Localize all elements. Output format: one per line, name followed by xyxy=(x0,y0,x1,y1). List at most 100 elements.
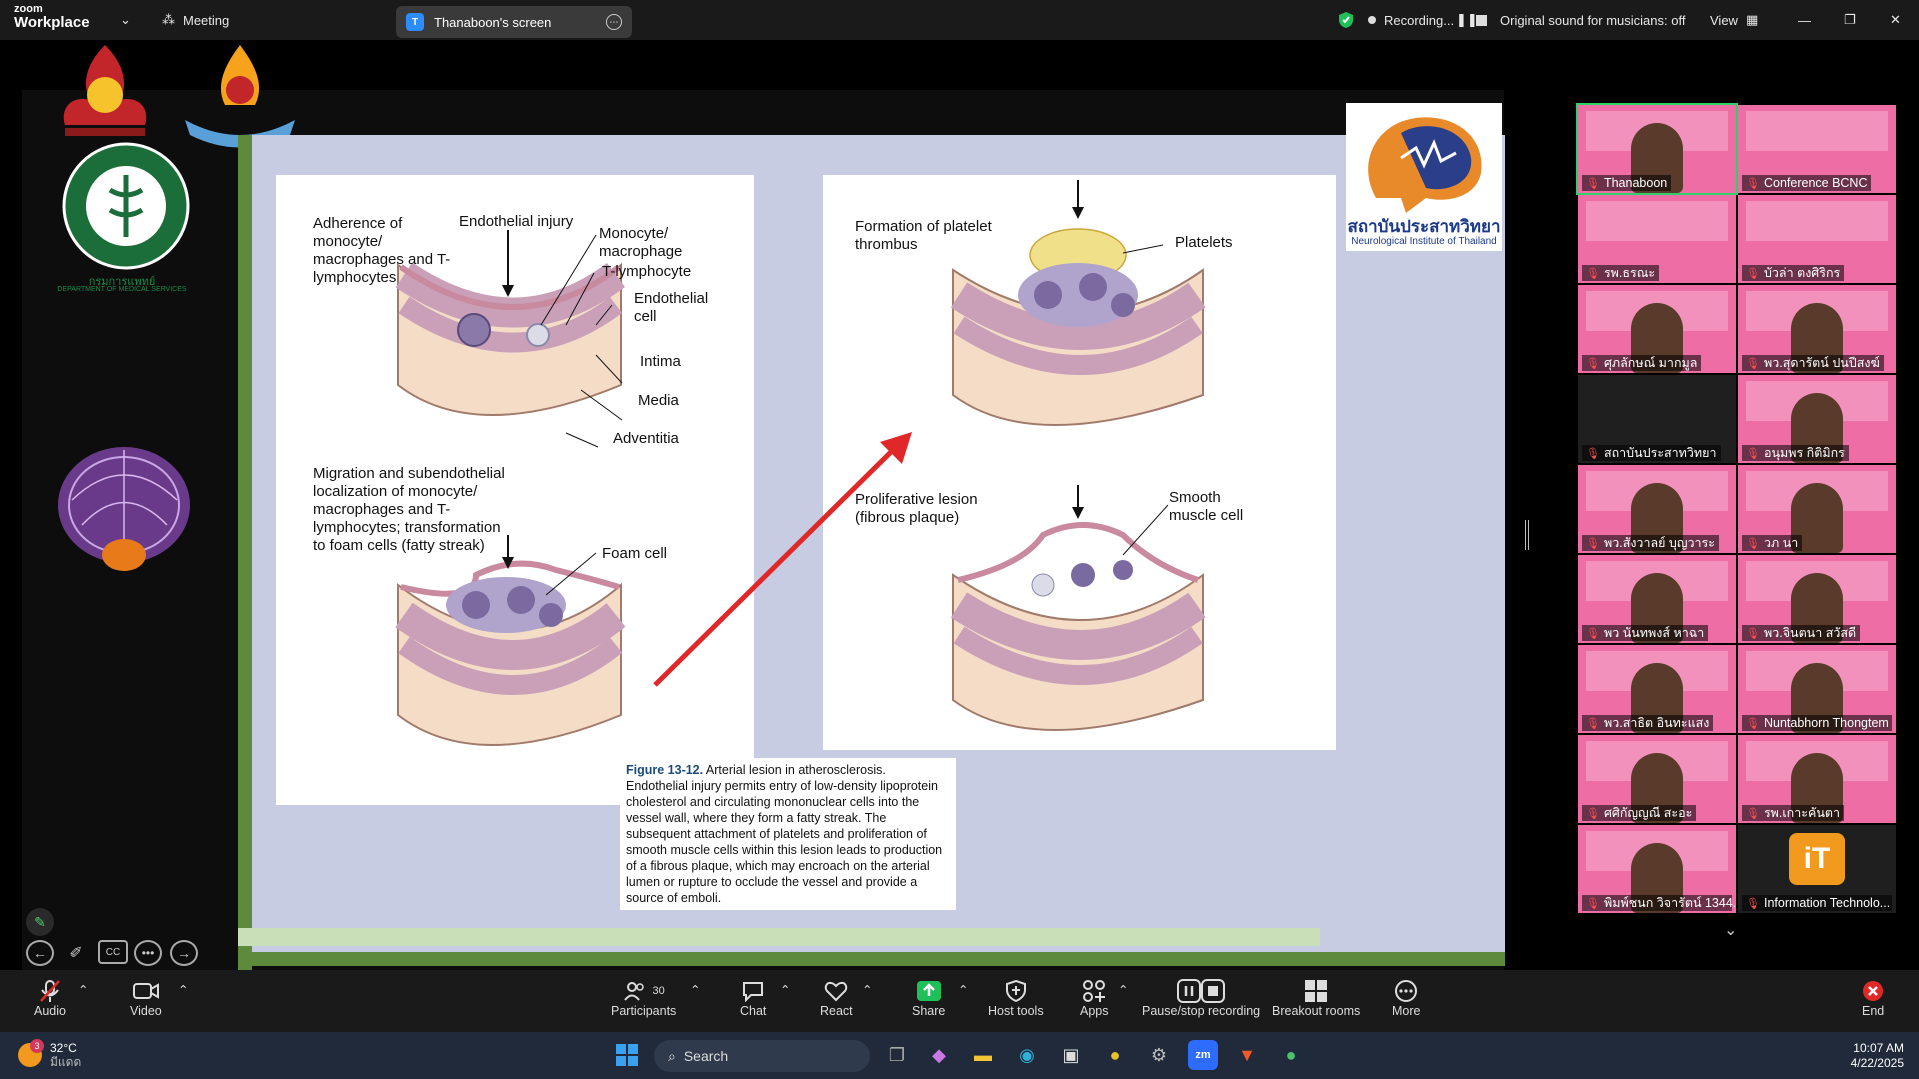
weather-widget[interactable]: 3 32°C มีแดด xyxy=(18,1039,81,1069)
participant-tile[interactable]: 🎙 พว.สาธิต อินทะแสง xyxy=(1578,645,1736,733)
intima-label: Intima xyxy=(640,353,681,370)
participant-name: 🎙 พว.สาธิต อินทะแสง xyxy=(1582,715,1714,731)
participants-chevron-icon[interactable]: ⌃ xyxy=(690,982,700,997)
participant-name: 🎙 Nuntabhorn Thongtem xyxy=(1742,715,1892,731)
windows-start-icon[interactable] xyxy=(612,1040,642,1070)
participant-tile[interactable]: 🎙 ศุภลักษณ์ มากมูล xyxy=(1578,285,1736,373)
splitter-handle[interactable] xyxy=(1525,520,1529,550)
original-sound-toggle[interactable]: Original sound for musicians: off xyxy=(1500,0,1685,40)
copilot-icon[interactable]: ◆ xyxy=(924,1040,954,1070)
platelet-thrombus-label: Formation of platelet thrombus xyxy=(855,218,992,253)
participant-tile[interactable]: 🎙 Thanaboon xyxy=(1576,103,1738,195)
chat-button[interactable]: Chat xyxy=(740,978,766,1018)
participant-name-text: พิมพ์ชนก วิจารัตน์ 1344... xyxy=(1603,896,1736,910)
stop-recording-icon[interactable] xyxy=(1476,0,1487,40)
participants-count: 30 xyxy=(652,985,665,997)
participant-tile[interactable]: 🎙 พว.สุดารัตน์ ปนปีสงฆ์ xyxy=(1738,285,1896,373)
clock-time: 10:07 AM xyxy=(1853,1041,1904,1055)
participant-tile[interactable]: 🎙 บัวล่า ตงศิริกร xyxy=(1738,195,1896,283)
participant-name-text: Information Technolo... xyxy=(1763,896,1891,910)
participant-tile[interactable]: 🎙 พว นันทพงส์ หาฉา xyxy=(1578,555,1736,643)
end-meeting-button[interactable]: End xyxy=(1862,978,1884,1018)
audio-button[interactable]: Audio xyxy=(34,978,66,1018)
screen-share-pill[interactable]: T Thanaboon's screen ⋯ xyxy=(396,6,632,38)
participant-tile[interactable]: 🎙 Conference BCNC xyxy=(1738,105,1896,193)
more-slide-options-icon[interactable]: ••• xyxy=(134,940,162,966)
brain-graphic xyxy=(52,440,197,585)
gallery-scroll-down-icon[interactable]: ⌄ xyxy=(1724,920,1737,940)
share-button[interactable]: Share xyxy=(912,978,945,1018)
clock[interactable]: 10:07 AM 4/22/2025 xyxy=(1820,1041,1904,1071)
participant-tile[interactable]: iT 🎙 Information Technolo... xyxy=(1738,825,1896,913)
chrome-icon[interactable]: ● xyxy=(1100,1040,1130,1070)
app-icon[interactable]: ⚙ xyxy=(1144,1040,1174,1070)
participant-tile[interactable]: 🎙 สถาบันประสาทวิทยา xyxy=(1578,375,1736,463)
video-button[interactable]: Video xyxy=(130,978,162,1018)
camera-icon xyxy=(132,978,159,1004)
pen-tool-icon[interactable]: ✐ xyxy=(62,940,90,966)
zoom-workplace-logo[interactable]: zoom Workplace xyxy=(14,4,90,31)
it-logo-icon: iT xyxy=(1789,833,1845,885)
participant-tile[interactable]: 🎙 วภ นา xyxy=(1738,465,1896,553)
participant-name-text: พว.สุดารัตน์ ปนปีสงฆ์ xyxy=(1763,356,1880,370)
file-explorer-icon[interactable]: ▬ xyxy=(968,1040,998,1070)
caption-title: Figure 13-12. xyxy=(626,763,704,777)
tile-background xyxy=(1746,201,1888,241)
captions-icon[interactable]: CC xyxy=(98,940,128,964)
share-chevron-icon[interactable]: ⌃ xyxy=(958,982,968,997)
annotate-pencil-icon[interactable]: ✎ xyxy=(26,908,54,936)
participant-tile[interactable]: 🎙 ศศิกัญญณี สะอะ xyxy=(1578,735,1736,823)
store-icon[interactable]: ▣ xyxy=(1056,1040,1086,1070)
muted-mic-icon: 🎙 xyxy=(1586,447,1600,460)
minimize-icon[interactable]: — xyxy=(1798,0,1811,40)
participant-name-text: อนุมพร กิติมิกร xyxy=(1763,446,1845,460)
apps-chevron-icon[interactable]: ⌃ xyxy=(1118,982,1128,997)
red-arrow-annotation xyxy=(653,432,912,687)
react-button[interactable]: React xyxy=(820,978,853,1018)
pause-stop-recording-button[interactable]: Pause/stop recording xyxy=(1142,978,1260,1018)
zoom-taskbar-icon[interactable]: zm xyxy=(1188,1040,1218,1070)
participant-tile[interactable]: 🎙 พว.จินตนา สวัสดี xyxy=(1738,555,1896,643)
close-window-icon[interactable]: ✕ xyxy=(1890,0,1901,40)
slide-green-bar-horizontal xyxy=(238,952,1505,966)
apps-button[interactable]: Apps xyxy=(1080,978,1109,1018)
chat-chevron-icon[interactable]: ⌃ xyxy=(780,982,790,997)
more-button[interactable]: More xyxy=(1392,978,1420,1018)
pause-recording-icon[interactable]: ❚❚ xyxy=(1456,0,1478,40)
participant-tile[interactable]: 🎙 Nuntabhorn Thongtem xyxy=(1738,645,1896,733)
security-shield-icon[interactable] xyxy=(1338,0,1354,40)
participant-name: 🎙 สถาบันประสาทวิทยา xyxy=(1582,445,1721,461)
participant-tile[interactable]: 🎙 พว.สังวาลย์ บุญวาระ xyxy=(1578,465,1736,553)
participant-tile[interactable]: 🎙 อนุมพร กิติมิกร xyxy=(1738,375,1896,463)
end-label: End xyxy=(1862,1004,1885,1018)
college-logo xyxy=(180,40,300,150)
participant-name: 🎙 Conference BCNC xyxy=(1742,175,1872,191)
breakout-rooms-label: Breakout rooms xyxy=(1272,1004,1361,1018)
chrome-profile-icon[interactable]: ● xyxy=(1276,1040,1306,1070)
prev-slide-icon[interactable]: ← xyxy=(26,940,54,966)
participants-button[interactable]: 30 Participants xyxy=(611,978,676,1018)
muted-mic-icon: 🎙 xyxy=(1746,717,1760,730)
chevron-down-icon[interactable]: ⌄ xyxy=(120,0,131,40)
muted-mic-icon: 🎙 xyxy=(1586,717,1600,730)
edge-icon[interactable]: ◉ xyxy=(1012,1040,1042,1070)
view-menu[interactable]: View ▦ xyxy=(1710,0,1758,40)
more-options-icon[interactable]: ⋯ xyxy=(606,14,622,30)
audio-options-chevron-icon[interactable]: ⌃ xyxy=(78,982,88,997)
brave-icon[interactable]: ▼ xyxy=(1232,1040,1262,1070)
participant-name: 🎙 อนุมพร กิติมิกร xyxy=(1742,445,1849,461)
maximize-icon[interactable]: ❐ xyxy=(1844,0,1856,40)
participant-tile[interactable]: 🎙 รพ.ธรณะ xyxy=(1578,195,1736,283)
share-screen-icon xyxy=(916,978,942,1004)
breakout-rooms-button[interactable]: Breakout rooms xyxy=(1272,978,1360,1018)
muted-mic-icon: 🎙 xyxy=(1586,357,1600,370)
video-options-chevron-icon[interactable]: ⌃ xyxy=(178,982,188,997)
taskbar-search[interactable]: ⌕ Search xyxy=(654,1040,870,1072)
participant-tile[interactable]: 🎙 พิมพ์ชนก วิจารัตน์ 1344... xyxy=(1578,825,1736,913)
next-slide-icon[interactable]: → xyxy=(170,940,198,966)
meeting-menu[interactable]: ⁂ Meeting xyxy=(162,0,229,40)
host-tools-button[interactable]: Host tools xyxy=(988,978,1044,1018)
react-chevron-icon[interactable]: ⌃ xyxy=(862,982,872,997)
participant-tile[interactable]: 🎙 รพ.เกาะคันตา xyxy=(1738,735,1896,823)
task-view-icon[interactable]: ❐ xyxy=(882,1040,912,1070)
